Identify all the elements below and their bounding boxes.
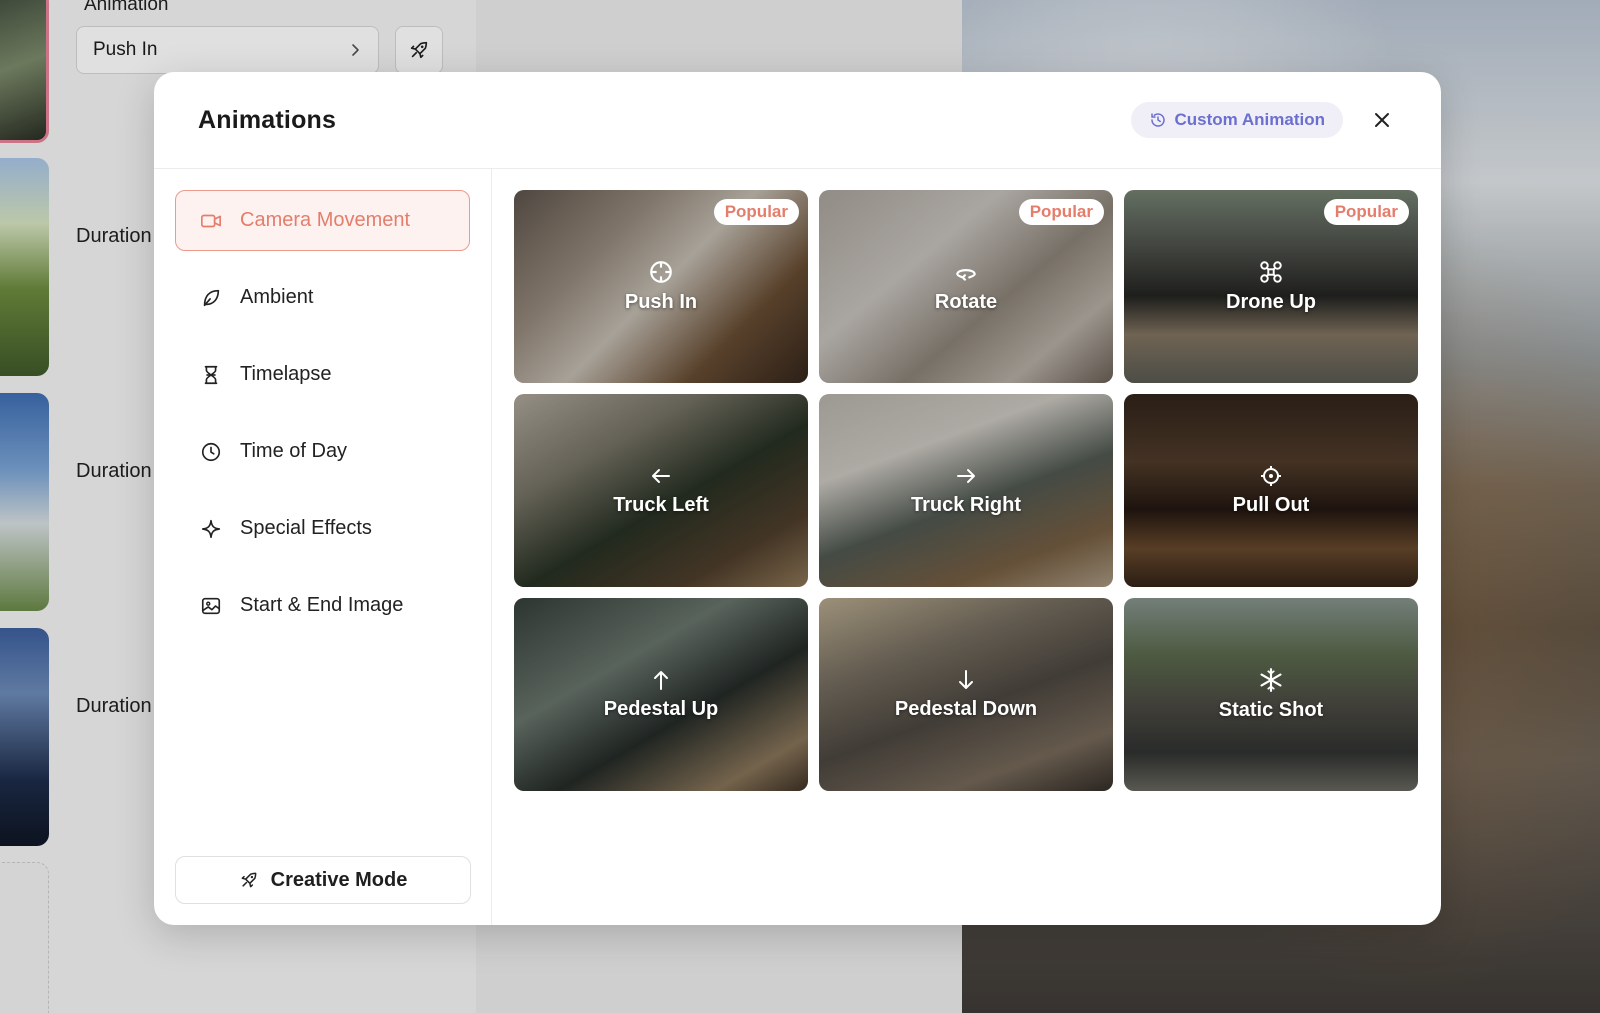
arrow-up-icon <box>654 671 668 690</box>
category-timelapse[interactable]: Timelapse <box>175 344 470 405</box>
animation-card-truck-left[interactable]: Truck Left <box>514 394 808 587</box>
animation-card-push-in[interactable]: Popular Push In <box>514 190 808 383</box>
category-ambient[interactable]: Ambient <box>175 267 470 328</box>
animation-label: Rotate <box>934 291 998 313</box>
modal-header: Animations Custom Animation <box>154 72 1441 169</box>
animation-label: Truck Right <box>910 494 1021 516</box>
animation-label: Truck Left <box>613 494 709 516</box>
leaf-icon <box>203 289 220 306</box>
category-label: Camera Movement <box>240 209 411 231</box>
snowflake-icon <box>1260 668 1282 692</box>
category-label: Ambient <box>240 286 314 308</box>
popular-badge: Popular <box>1018 199 1104 225</box>
animation-card-truck-right[interactable]: Truck Right <box>819 394 1113 587</box>
animation-label: Push In <box>624 291 698 313</box>
camera-icon <box>201 214 221 227</box>
header-actions: Custom Animation <box>1130 102 1397 138</box>
category-label: Timelapse <box>240 363 332 385</box>
popular-badge: Popular <box>713 199 799 225</box>
modal-title: Animations <box>198 105 337 134</box>
animation-grid: Popular Push In Popular Rotate Popular D… <box>492 169 1441 925</box>
animation-label: Static Shot <box>1218 699 1324 721</box>
category-camera-movement[interactable]: Camera Movement <box>175 190 470 251</box>
popular-badge: Popular <box>1323 199 1409 225</box>
rocket-icon <box>241 872 257 888</box>
animation-label: Pedestal Up <box>603 698 719 720</box>
close-icon <box>1375 113 1389 127</box>
category-special-effects[interactable]: Special Effects <box>175 498 470 559</box>
crosshair-icon <box>650 261 672 283</box>
creative-mode-button[interactable]: Creative Mode <box>175 856 471 904</box>
animation-card-rotate[interactable]: Popular Rotate <box>819 190 1113 383</box>
animation-card-pedestal-down[interactable]: Pedestal Down <box>819 598 1113 791</box>
animation-card-pull-out[interactable]: Pull Out <box>1124 394 1418 587</box>
animations-modal: Animations Custom Animation Camera Movem… <box>154 72 1441 925</box>
animation-label: Pedestal Down <box>894 698 1038 720</box>
category-label: Start & End Image <box>240 594 404 616</box>
arrow-down-icon <box>959 670 973 689</box>
hourglass-icon <box>204 365 218 384</box>
target-icon <box>1261 466 1281 486</box>
animation-label: Pull Out <box>1232 494 1310 516</box>
custom-animation-label: Custom Animation <box>1174 110 1325 129</box>
category-sidebar: Camera Movement Ambient Timelapse Time o… <box>154 169 492 925</box>
animation-card-drone-up[interactable]: Popular Drone Up <box>1124 190 1418 383</box>
category-label: Time of Day <box>240 440 348 462</box>
rotate-icon <box>956 269 976 281</box>
arrow-left-icon <box>652 469 670 483</box>
category-label: Special Effects <box>240 517 372 539</box>
sparkle-icon <box>201 519 221 538</box>
modal-body: Camera Movement Ambient Timelapse Time o… <box>154 169 1441 925</box>
image-icon <box>201 597 221 614</box>
animation-label: Drone Up <box>1226 291 1316 313</box>
close-button[interactable] <box>1367 105 1397 135</box>
custom-animation-button[interactable]: Custom Animation <box>1130 102 1343 138</box>
animation-card-static-shot[interactable]: Static Shot <box>1124 598 1418 791</box>
clock-icon <box>201 442 221 461</box>
drone-icon <box>1260 261 1282 283</box>
category-start-end-image[interactable]: Start & End Image <box>175 575 470 636</box>
animation-card-pedestal-up[interactable]: Pedestal Up <box>514 598 808 791</box>
arrow-right-icon <box>957 469 975 483</box>
history-icon <box>1150 113 1165 127</box>
category-time-of-day[interactable]: Time of Day <box>175 421 470 482</box>
creative-mode-label: Creative Mode <box>270 868 408 891</box>
